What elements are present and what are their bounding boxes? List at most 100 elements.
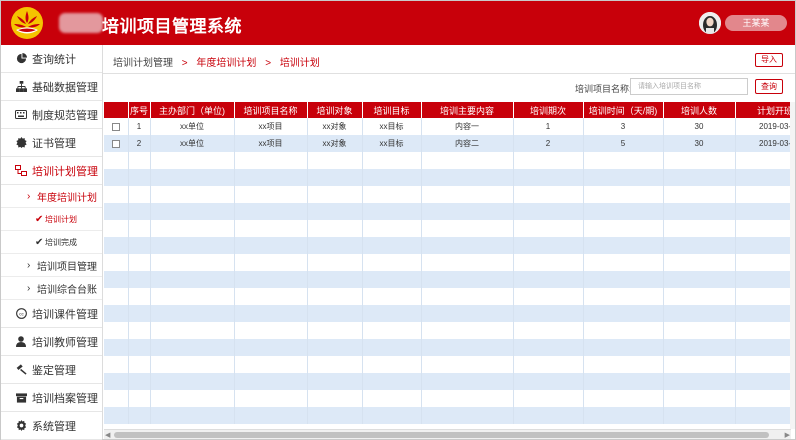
scroll-right-icon[interactable]: ▶ — [785, 431, 790, 439]
table-cell: 30 — [663, 135, 736, 152]
row-checkbox[interactable] — [111, 122, 120, 131]
table-cell — [307, 373, 363, 390]
table-cell — [735, 254, 791, 271]
table-cell: 内容一 — [421, 118, 514, 135]
row-checkbox-cell — [104, 407, 129, 424]
row-checkbox-cell — [104, 305, 129, 322]
table-cell — [583, 373, 664, 390]
table-empty-row — [104, 237, 791, 254]
sidebar-subitem-project-management[interactable]: › 培训项目管理 — [1, 254, 102, 277]
chevron-right-icon: › — [27, 190, 31, 202]
sidebar-item-label: 基础数据管理 — [32, 81, 98, 94]
column-header[interactable]: 培训时间（天/期) — [583, 102, 664, 118]
sidebar-item-certificates[interactable]: 证书管理 — [1, 129, 102, 157]
breadcrumb-level2[interactable]: 年度培训计划 — [196, 58, 256, 69]
table-header-row: 序号 主办部门（单位) 培训项目名称 培训对象 培训目标 培训主要内容 培训期次 培训时间（天… — [104, 102, 791, 118]
table-cell — [513, 169, 584, 186]
table-cell — [583, 356, 664, 373]
table-cell — [421, 356, 514, 373]
table-cell — [307, 220, 363, 237]
sidebar-item-teachers[interactable]: 培训教师管理 — [1, 328, 102, 356]
sidebar-item-archives[interactable]: 培训档案管理 — [1, 384, 102, 412]
column-header[interactable]: 培训对象 — [307, 102, 363, 118]
table-cell — [735, 186, 791, 203]
column-header[interactable]: 主办部门（单位) — [150, 102, 235, 118]
search-button[interactable]: 查询 — [755, 79, 783, 94]
column-header[interactable]: 培训目标 — [362, 102, 422, 118]
column-header[interactable]: 序号 — [128, 102, 151, 118]
table-cell — [150, 322, 235, 339]
column-header[interactable]: 计划开班时 — [735, 102, 791, 118]
user-avatar[interactable] — [699, 12, 721, 34]
sidebar-item-query-stats[interactable]: 查询统计 — [1, 45, 102, 73]
row-checkbox-cell — [104, 322, 129, 339]
table-cell — [150, 203, 235, 220]
table-cell: 2 — [128, 135, 151, 152]
user-name-button[interactable]: 王某某 — [725, 15, 787, 31]
horizontal-scroll-thumb[interactable] — [114, 432, 769, 438]
check-icon: ✔ — [35, 236, 44, 248]
sidebar-item-label: 年度培训计划 — [37, 192, 97, 204]
table-cell — [128, 339, 151, 356]
table-empty-row — [104, 373, 791, 390]
row-checkbox-cell — [104, 390, 129, 407]
table-cell — [421, 169, 514, 186]
sidebar-item-label: 培训计划管理 — [32, 165, 98, 178]
table-cell — [663, 169, 736, 186]
table-cell — [307, 390, 363, 407]
row-checkbox[interactable] — [111, 139, 120, 148]
table-cell — [150, 390, 235, 407]
cc-icon: cc — [15, 308, 27, 320]
import-button[interactable]: 导入 — [755, 53, 783, 67]
table-cell: xx单位 — [150, 118, 235, 135]
table-empty-row — [104, 339, 791, 356]
blurred-org-name — [59, 13, 103, 33]
sidebar-item-appraisal[interactable]: 鉴定管理 — [1, 356, 102, 384]
table-cell — [150, 356, 235, 373]
table-empty-row — [104, 220, 791, 237]
sidebar-item-system[interactable]: 系统管理 — [1, 412, 102, 440]
table-cell — [307, 271, 363, 288]
table-cell — [421, 390, 514, 407]
table-cell — [421, 254, 514, 271]
row-checkbox-cell — [104, 237, 129, 254]
sidebar-subitem-ledger[interactable]: › 培训综合台账 — [1, 277, 102, 300]
search-input[interactable] — [630, 78, 748, 95]
table-empty-row — [104, 152, 791, 169]
table-cell — [307, 407, 363, 424]
table-cell — [421, 237, 514, 254]
table-cell — [234, 254, 308, 271]
sidebar-subsubitem-training-complete[interactable]: ✔ 培训完成 — [1, 231, 102, 254]
sidebar-item-courseware[interactable]: cc 培训课件管理 — [1, 300, 102, 328]
table-cell — [663, 305, 736, 322]
column-header[interactable]: 培训人数 — [663, 102, 736, 118]
sidebar-item-training-plan[interactable]: 培训计划管理 — [1, 157, 102, 185]
table-cell — [583, 152, 664, 169]
sidebar-subsubitem-training-plan[interactable]: ✔ 培训计划 — [1, 208, 102, 231]
table-cell — [128, 271, 151, 288]
sidebar-subitem-annual-plan[interactable]: › 年度培训计划 — [1, 185, 102, 208]
table-empty-row — [104, 356, 791, 373]
table-cell — [583, 169, 664, 186]
vertical-scrollbar[interactable] — [790, 102, 795, 429]
column-header[interactable]: 培训期次 — [513, 102, 584, 118]
table-cell — [421, 288, 514, 305]
column-header[interactable]: 培训项目名称 — [234, 102, 308, 118]
sidebar-item-regulations[interactable]: 制度规范管理 — [1, 101, 102, 129]
table-cell — [583, 271, 664, 288]
company-logo-icon — [11, 7, 43, 39]
table-cell — [128, 220, 151, 237]
gavel-icon — [15, 364, 27, 376]
sidebar-item-basic-data[interactable]: 基础数据管理 — [1, 73, 102, 101]
table-cell — [421, 271, 514, 288]
table-row[interactable]: 2xx单位xx项目xx对象xx目标内容二25302019-03-27 — [104, 135, 791, 152]
scroll-left-icon[interactable]: ◀ — [105, 431, 110, 439]
table-cell: 内容二 — [421, 135, 514, 152]
breadcrumb-level1[interactable]: 培训计划管理 — [113, 58, 173, 69]
column-header[interactable]: 培训主要内容 — [421, 102, 514, 118]
table-cell — [150, 152, 235, 169]
app-window: 培训项目管理系统 王某某 查询统计 基础数据管理 制度规范管理 证书管理 培训计… — [0, 0, 796, 440]
table-cell: xx对象 — [307, 135, 363, 152]
horizontal-scrollbar[interactable]: ◀ ▶ — [104, 429, 791, 439]
table-row[interactable]: 1xx单位xx项目xx对象xx目标内容一13302019-03-27 — [104, 118, 791, 135]
